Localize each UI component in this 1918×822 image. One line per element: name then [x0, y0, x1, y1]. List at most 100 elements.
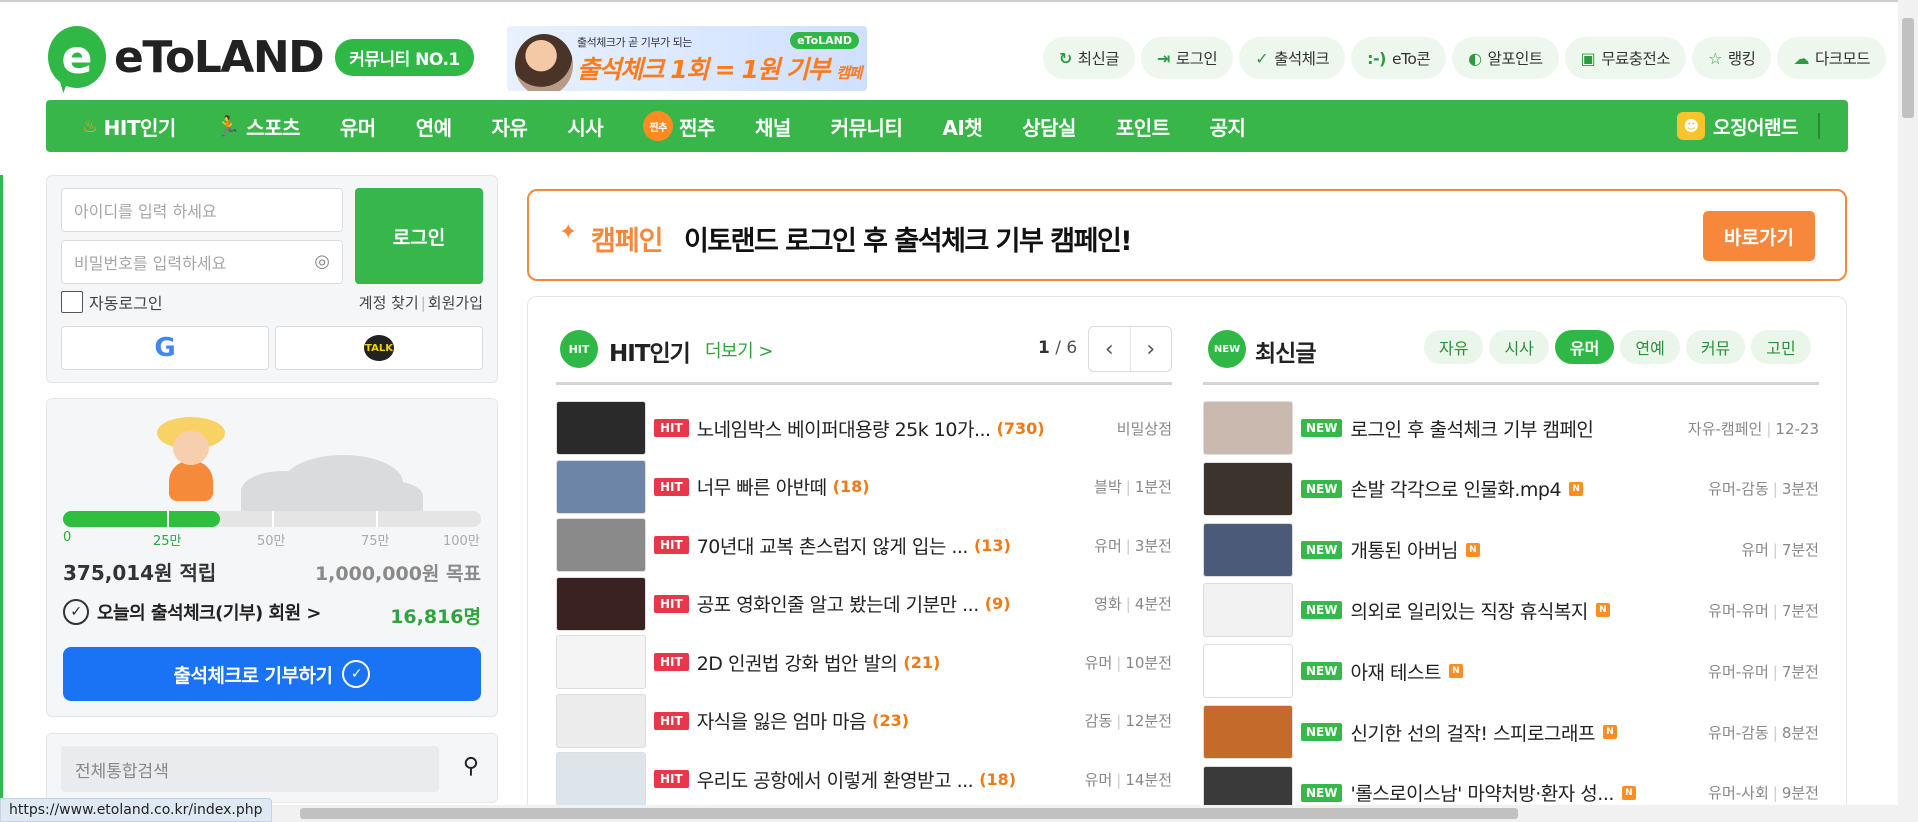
- quick-link-attendance[interactable]: ✓ 출석체크: [1239, 37, 1346, 79]
- search-input[interactable]: 전체통합검색: [61, 746, 439, 792]
- login-button[interactable]: 로그인: [355, 188, 483, 284]
- post-thumbnail[interactable]: [556, 518, 646, 572]
- post-title[interactable]: 공포 영화인줄 알고 봤는데 기분만 ...: [697, 590, 980, 617]
- hit-row[interactable]: HIT 노네임박스 베이퍼대용량 25k 10가... (730) 비밀상점: [556, 400, 1172, 456]
- comment-count: (13): [973, 535, 1011, 555]
- hit-row[interactable]: HIT 우리도 공항에서 이렇게 환영받고 ... (18) 유머 | 14분전: [556, 751, 1172, 807]
- kakao-login-button[interactable]: TALK: [275, 326, 483, 370]
- top-border: [0, 0, 1918, 2]
- post-thumbnail[interactable]: [556, 576, 646, 631]
- id-input[interactable]: 아이디를 입력 하세요: [61, 188, 343, 232]
- password-input[interactable]: 비밀번호를 입력하세요 ◎: [61, 240, 343, 284]
- post-title[interactable]: 아재 테스트: [1350, 658, 1441, 685]
- new-n-icon: N: [1595, 603, 1610, 618]
- nav-chu[interactable]: 찐추 찐추: [643, 111, 715, 141]
- post-title[interactable]: 우리도 공항에서 이렇게 환영받고 ...: [697, 766, 974, 793]
- post-title[interactable]: 자식을 잃은 엄마 마음: [697, 707, 867, 734]
- quick-link-etocon[interactable]: :-) eTo콘: [1351, 37, 1447, 79]
- signup-link[interactable]: 회원가입: [428, 294, 483, 312]
- latest-row[interactable]: NEW 손발 각각으로 인물화.mp4 N 유머-감동 | 3분전: [1203, 461, 1819, 517]
- post-title[interactable]: 너무 빠른 아반떼: [697, 473, 827, 500]
- post-thumbnail[interactable]: [556, 401, 646, 455]
- nav-point[interactable]: 포인트: [1116, 112, 1170, 141]
- vertical-scroll-thumb[interactable]: [1902, 18, 1914, 118]
- post-title[interactable]: 70년대 교복 촌스럽지 않게 입는 ...: [697, 532, 969, 559]
- quick-link-latest[interactable]: ↻ 최신글: [1042, 37, 1135, 79]
- post-thumbnail[interactable]: [1203, 461, 1293, 516]
- nav-hit[interactable]: ♨ HIT인기: [82, 112, 176, 141]
- post-title[interactable]: 노네임박스 베이퍼대용량 25k 10가...: [697, 415, 991, 442]
- next-page-button[interactable]: ›: [1131, 327, 1172, 371]
- quick-link-darkmode[interactable]: ☁ 다크모드: [1777, 37, 1886, 79]
- nav-community[interactable]: 커뮤니티: [831, 112, 903, 141]
- google-login-button[interactable]: G: [61, 326, 269, 370]
- auto-login[interactable]: 자동로그인: [61, 290, 163, 314]
- latest-row[interactable]: NEW 개통된 아버님 N 유머 | 7분전: [1203, 522, 1819, 578]
- nav-notice[interactable]: 공지: [1210, 112, 1246, 141]
- prev-page-button[interactable]: ‹: [1089, 327, 1131, 371]
- post-meta: 유머-사회 | 9분전: [1708, 784, 1819, 803]
- tab-humor[interactable]: 유머: [1554, 330, 1615, 364]
- hit-row[interactable]: HIT 2D 인권법 강화 법안 발의 (21) 유머 | 10분전: [556, 634, 1172, 690]
- hit-row[interactable]: HIT 자식을 잃은 엄마 마음 (23) 감동 | 12분전: [556, 693, 1172, 749]
- nav-humor[interactable]: 유머: [340, 112, 376, 141]
- post-title[interactable]: 로그인 후 출석체크 기부 캠페인: [1350, 415, 1593, 442]
- quick-link-charge[interactable]: ▣ 무료충전소: [1564, 37, 1687, 79]
- hit-row[interactable]: HIT 너무 빠른 아반떼 (18) 블박 | 1분전: [556, 459, 1172, 515]
- nav-squid-land[interactable]: ☻ 오징어랜드: [1677, 112, 1820, 140]
- auto-login-checkbox[interactable]: [61, 291, 83, 313]
- find-account-link[interactable]: 계정 찾기: [359, 294, 419, 312]
- post-thumbnail[interactable]: [556, 693, 646, 748]
- hit-more-link[interactable]: 더보기 >: [705, 337, 773, 363]
- vertical-scrollbar[interactable]: [1898, 0, 1918, 805]
- search-icon[interactable]: ⚲: [463, 754, 479, 779]
- post-thumbnail[interactable]: [1203, 644, 1293, 699]
- nav-sports[interactable]: 🏃 스포츠: [216, 112, 301, 141]
- post-thumbnail[interactable]: [1203, 401, 1293, 455]
- post-title[interactable]: 신기한 선의 걸작! 스피로그래프: [1350, 719, 1595, 746]
- nav-entertainment[interactable]: 연예: [416, 112, 452, 141]
- nav-counsel[interactable]: 상담실: [1022, 112, 1076, 141]
- new-icon: NEW: [1208, 330, 1246, 368]
- tab-entertainment[interactable]: 연예: [1620, 330, 1680, 364]
- nav-free[interactable]: 자유: [492, 112, 528, 141]
- post-title[interactable]: 2D 인권법 강화 법안 발의: [697, 649, 898, 676]
- post-title[interactable]: '롤스로이스남' 마약처방·환자 성...: [1350, 779, 1614, 806]
- quick-link-login[interactable]: ⇥ 로그인: [1141, 37, 1234, 79]
- tab-current[interactable]: 시사: [1489, 330, 1549, 364]
- hit-row[interactable]: HIT 공포 영화인줄 알고 봤는데 기분만 ... (9) 영화 | 4분전: [556, 576, 1172, 632]
- quick-link-point[interactable]: ◐ 알포인트: [1452, 37, 1559, 79]
- comment-count: (730): [996, 418, 1045, 438]
- quick-link-ranking[interactable]: ☆ 랭킹: [1692, 37, 1772, 79]
- tab-free[interactable]: 자유: [1424, 330, 1484, 364]
- campaign-go-button[interactable]: 바로가기: [1703, 211, 1815, 261]
- post-title[interactable]: 손발 각각으로 인물화.mp4: [1350, 475, 1561, 502]
- tick-label: 25만: [153, 534, 182, 549]
- nav-ai-chat[interactable]: AI챗: [942, 112, 982, 141]
- nav-channel[interactable]: 채널: [755, 112, 791, 141]
- latest-row[interactable]: NEW 신기한 선의 걸작! 스피로그래프 N 유머-감동 | 8분전: [1203, 704, 1819, 760]
- latest-row[interactable]: NEW 의외로 일리있는 직장 휴식복지 N 유머-유머 | 7분전: [1203, 582, 1819, 638]
- latest-row[interactable]: NEW 로그인 후 출석체크 기부 캠페인 자유-캠페인 | 12-23: [1203, 400, 1819, 456]
- tab-worry[interactable]: 고민: [1751, 330, 1811, 364]
- post-thumbnail[interactable]: [556, 752, 646, 806]
- post-thumbnail[interactable]: [1203, 583, 1293, 638]
- attendance-link[interactable]: ✓ 오늘의 출석체크(기부) 회원 >: [63, 599, 322, 625]
- site-logo[interactable]: e eToLAND 커뮤니티 NO.1: [48, 26, 474, 88]
- campaign-banner[interactable]: ✦ 캠페인 이토랜드 로그인 후 출석체크 기부 캠페인! 바로가기: [527, 189, 1847, 281]
- post-thumbnail[interactable]: [1203, 705, 1293, 759]
- post-title[interactable]: 의외로 일리있는 직장 휴식복지: [1350, 597, 1588, 624]
- post-thumbnail[interactable]: [1203, 522, 1293, 577]
- nav-current[interactable]: 시사: [567, 112, 603, 141]
- tab-community[interactable]: 커뮤: [1685, 330, 1746, 364]
- post-thumbnail[interactable]: [556, 459, 646, 514]
- donate-attendance-button[interactable]: 출석체크로 기부하기 ✓: [63, 647, 481, 701]
- attendance-banner[interactable]: 출석체크가 곧 기부가 되는 출석체크 1회 = 1원 기부 캠페인 eToLA…: [507, 26, 867, 91]
- latest-row[interactable]: NEW 아재 테스트 N 유머-유머 | 7분전: [1203, 643, 1819, 699]
- eye-off-icon[interactable]: ◎: [314, 251, 330, 272]
- horizontal-scroll-thumb[interactable]: [300, 808, 1518, 819]
- hit-row[interactable]: HIT 70년대 교복 촌스럽지 않게 입는 ... (13) 유머 | 3분전: [556, 517, 1172, 573]
- post-title[interactable]: 개통된 아버님: [1350, 536, 1458, 563]
- horizontal-scrollbar[interactable]: [0, 805, 1918, 822]
- post-thumbnail[interactable]: [556, 635, 646, 689]
